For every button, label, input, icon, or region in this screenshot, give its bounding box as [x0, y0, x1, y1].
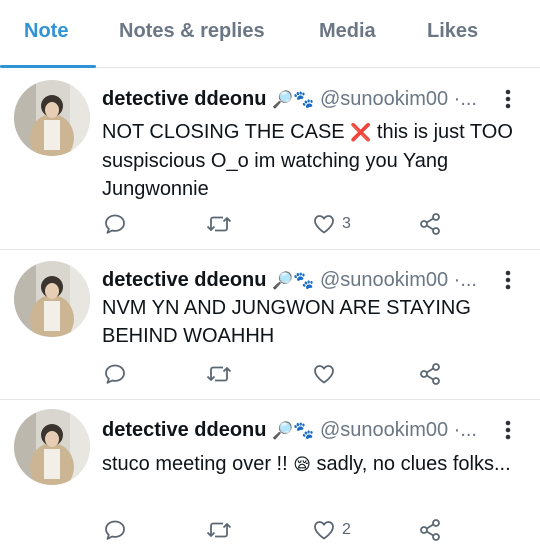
post-text-part: stuco meeting over !!	[102, 453, 294, 475]
post-text: NOT CLOSING THE CASE ❌ this is just TOO …	[102, 118, 520, 203]
author-handle[interactable]: @sunookim00 ·...	[320, 269, 477, 291]
post-text: stuco meeting over !! 😪 sadly, no clues …	[102, 450, 520, 479]
post-header: detective ddeonu 🔎🐾 @sunookim00 ·...	[102, 87, 494, 112]
speech-bubble-icon	[105, 364, 125, 384]
heart-outline-icon	[314, 215, 334, 234]
like-button[interactable]: 3	[312, 212, 351, 236]
cross-mark-emoji: ❌	[350, 123, 372, 143]
heart-outline-icon	[314, 365, 334, 384]
post-text-part: NVM YN AND JUNGWON ARE STAYING BEHIND WO…	[102, 297, 471, 347]
post-header: detective ddeonu 🔎🐾 @sunookim00 ·...	[102, 268, 494, 293]
author-name-emoji: 🔎🐾	[272, 421, 315, 441]
speech-bubble-icon	[105, 214, 125, 234]
like-button[interactable]: 2	[312, 518, 351, 542]
repost-button[interactable]	[205, 518, 233, 542]
share-button[interactable]	[418, 212, 442, 236]
repost-arrows-icon	[206, 366, 232, 382]
avatar-photo	[14, 409, 90, 485]
share-button[interactable]	[418, 518, 442, 542]
repost-arrows-icon	[206, 216, 232, 232]
tab-likes[interactable]: Likes	[427, 20, 478, 43]
share-button[interactable]	[418, 362, 442, 386]
avatar-photo	[14, 80, 90, 156]
profile-tab-bar: Note Notes & replies Media Likes	[0, 0, 540, 68]
author-name-emoji: 🔎🐾	[272, 271, 315, 291]
vertical-ellipsis-icon	[505, 420, 511, 440]
sleepy-face-emoji: 😪	[293, 455, 311, 475]
share-nodes-icon	[420, 363, 440, 385]
vertical-ellipsis-icon	[505, 89, 511, 109]
vertical-ellipsis-icon	[505, 270, 511, 290]
post[interactable]: detective ddeonu 🔎🐾 @sunookim00 ·... NOT…	[0, 68, 540, 250]
like-count: 2	[342, 521, 351, 538]
post-text: NVM YN AND JUNGWON ARE STAYING BEHIND WO…	[102, 294, 520, 350]
tab-note[interactable]: Note	[24, 20, 68, 43]
repost-button[interactable]	[205, 362, 233, 386]
post-header: detective ddeonu 🔎🐾 @sunookim00 ·...	[102, 418, 494, 443]
tab-notes-and-replies[interactable]: Notes & replies	[119, 20, 265, 43]
author-name[interactable]: detective ddeonu	[102, 88, 266, 110]
author-handle[interactable]: @sunookim00 ·...	[320, 88, 477, 110]
more-options-button[interactable]	[500, 87, 516, 111]
tab-media[interactable]: Media	[319, 20, 376, 43]
author-name[interactable]: detective ddeonu	[102, 269, 266, 291]
avatar[interactable]	[14, 409, 90, 485]
like-button[interactable]	[312, 362, 342, 386]
avatar[interactable]	[14, 80, 90, 156]
reply-button[interactable]	[103, 362, 127, 386]
reply-button[interactable]	[103, 212, 127, 236]
heart-outline-icon	[314, 521, 334, 540]
more-options-button[interactable]	[500, 268, 516, 292]
post-text-part: NOT CLOSING THE CASE	[102, 121, 351, 143]
author-name[interactable]: detective ddeonu	[102, 419, 266, 441]
share-nodes-icon	[420, 213, 440, 235]
author-handle[interactable]: @sunookim00 ·...	[320, 419, 477, 441]
like-count: 3	[342, 215, 351, 232]
avatar[interactable]	[14, 261, 90, 337]
author-name-emoji: 🔎🐾	[272, 90, 315, 110]
repost-arrows-icon	[206, 522, 232, 538]
post[interactable]: detective ddeonu 🔎🐾 @sunookim00 ·... stu…	[0, 400, 540, 550]
avatar-photo	[14, 261, 90, 337]
reply-button[interactable]	[103, 518, 127, 542]
share-nodes-icon	[420, 519, 440, 541]
post[interactable]: detective ddeonu 🔎🐾 @sunookim00 ·... NVM…	[0, 250, 540, 400]
more-options-button[interactable]	[500, 418, 516, 442]
post-text-part: sadly, no clues folks...	[310, 453, 511, 475]
speech-bubble-icon	[105, 520, 125, 540]
repost-button[interactable]	[205, 212, 233, 236]
